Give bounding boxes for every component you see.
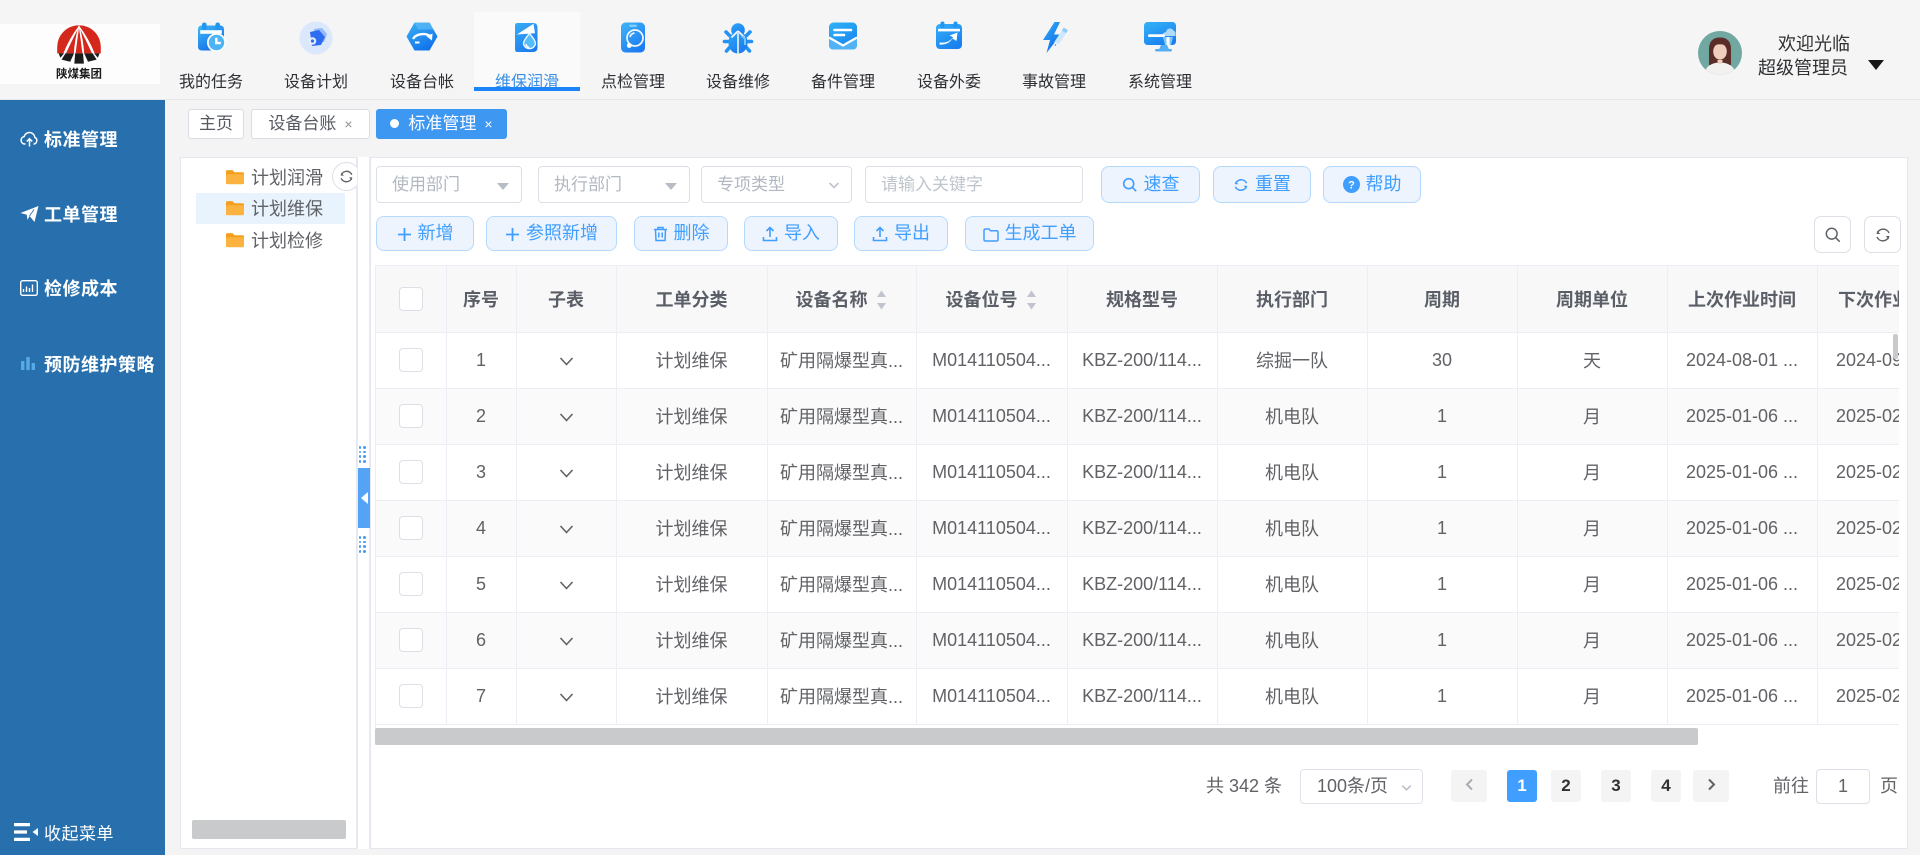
svg-text:陕煤集团: 陕煤集团: [56, 66, 102, 82]
svg-text:?: ?: [1348, 180, 1355, 192]
